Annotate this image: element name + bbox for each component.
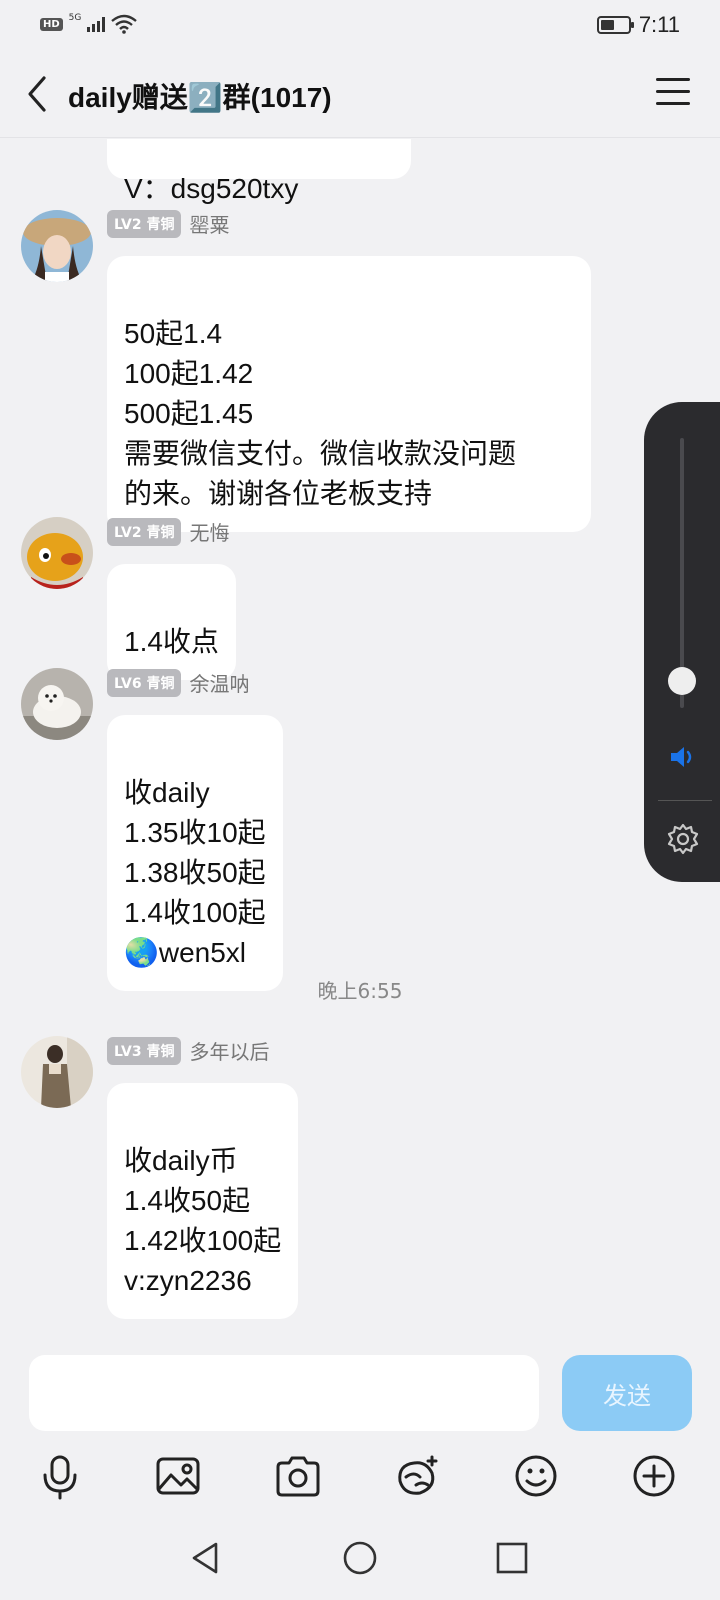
status-left: HD 5G <box>40 13 138 34</box>
menu-icon[interactable] <box>656 78 690 106</box>
nav-home-icon[interactable] <box>342 1540 378 1576</box>
gear-icon[interactable] <box>666 822 700 856</box>
status-time: 7:11 <box>638 12 680 37</box>
message-input[interactable] <box>29 1355 539 1431</box>
volume-thumb[interactable] <box>668 667 696 695</box>
chat-timestamp: 晚上6:55 <box>317 979 403 1003</box>
message-list[interactable]: V：dsg520txy LV2 青铜 罂粟 50起1.4 100起1.42 50… <box>0 139 720 1345</box>
level-badge: LV3 青铜 <box>107 1036 182 1065</box>
message-meta: LV2 青铜 罂粟 <box>107 209 229 238</box>
volume-panel[interactable] <box>644 402 720 882</box>
wifi-icon <box>111 14 138 34</box>
avatar[interactable] <box>21 1036 93 1108</box>
system-nav-bar <box>0 1512 720 1600</box>
nav-recents-icon[interactable] <box>494 1540 530 1576</box>
divider <box>658 800 712 801</box>
camera-icon[interactable] <box>273 1451 323 1501</box>
level-badge: LV2 青铜 <box>107 209 182 238</box>
send-button[interactable]: 发送 <box>562 1355 692 1431</box>
level-badge: LV2 青铜 <box>107 517 182 546</box>
message-bubble[interactable]: 1.4收点 <box>107 564 236 680</box>
message-bubble[interactable]: 50起1.4 100起1.42 500起1.45 需要微信支付。微信收款没问题 … <box>107 256 591 532</box>
level-badge: LV6 青铜 <box>107 668 182 697</box>
speaker-icon[interactable] <box>668 742 698 772</box>
message-bubble[interactable]: 收daily 1.35收10起 1.38收50起 1.4收100起 🌏wen5x… <box>107 715 283 991</box>
signal-icon <box>87 16 106 32</box>
sender-name[interactable]: 余温呐 <box>189 668 249 697</box>
avatar[interactable] <box>21 210 93 282</box>
nav-back-icon[interactable] <box>188 1540 224 1576</box>
group-title: daily赠送2️⃣群(1017) <box>68 82 332 113</box>
message-meta: LV6 青铜 余温呐 <box>107 668 249 697</box>
sender-name[interactable]: 多年以后 <box>189 1036 269 1065</box>
emoji-icon[interactable] <box>511 1451 561 1501</box>
message-bubble-partial: V：dsg520txy <box>107 139 411 204</box>
message-meta: LV3 青铜 多年以后 <box>107 1036 269 1065</box>
message-text: V：dsg520txy <box>124 173 299 204</box>
plus-icon[interactable] <box>629 1451 679 1501</box>
chat-header: daily赠送2️⃣群(1017) <box>0 50 720 138</box>
message-meta: LV2 青铜 无悔 <box>107 517 229 546</box>
avatar[interactable] <box>21 517 93 589</box>
message-text: 收daily币 1.4收50起 1.42收100起 v:zyn2236 <box>124 1145 282 1296</box>
sender-name[interactable]: 罂粟 <box>189 209 229 238</box>
image-icon[interactable] <box>153 1451 203 1501</box>
battery-icon <box>596 16 634 34</box>
status-right: 7:11 <box>596 12 680 38</box>
status-bar: HD 5G 7:11 <box>0 0 720 50</box>
avatar[interactable] <box>21 668 93 740</box>
message-text: 50起1.4 100起1.42 500起1.45 需要微信支付。微信收款没问题 … <box>124 318 517 509</box>
message-text: 收daily 1.35收10起 1.38收50起 1.4收100起 🌏wen5x… <box>124 777 266 968</box>
message-bubble[interactable]: 收daily币 1.4收50起 1.42收100起 v:zyn2236 <box>107 1083 299 1319</box>
message-text: 1.4收点 <box>124 626 219 657</box>
sender-name[interactable]: 无悔 <box>189 517 229 546</box>
back-arrow-icon[interactable] <box>22 74 52 114</box>
hd-badge: HD <box>40 17 63 31</box>
microphone-icon[interactable] <box>35 1451 85 1501</box>
composer-toolbar <box>0 1451 720 1511</box>
sticker-icon[interactable] <box>392 1451 442 1501</box>
network-type: 5G <box>68 13 82 23</box>
